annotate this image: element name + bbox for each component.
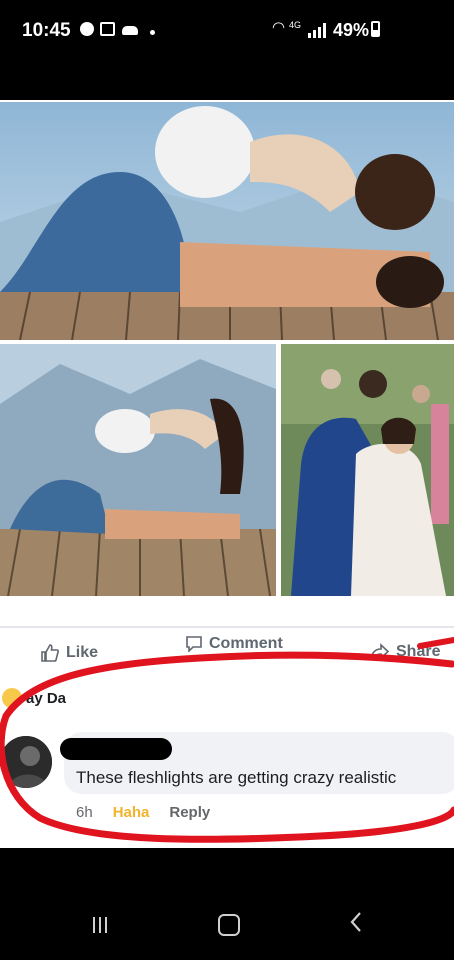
back-button[interactable] — [348, 910, 364, 934]
comment-time: 6h — [76, 804, 93, 821]
status-time: 10:45 — [22, 20, 71, 41]
avatar-art — [0, 736, 52, 788]
comment-meta: 6h Haha Reply — [76, 804, 210, 821]
comment-button[interactable]: Comment — [185, 636, 283, 652]
photo-right-art — [281, 344, 454, 596]
gallery-icon — [100, 22, 115, 36]
commenter-name-redacted — [60, 738, 172, 760]
post-photo-left[interactable] — [0, 344, 276, 596]
comment-icon — [186, 636, 202, 652]
comment-label: Comment — [209, 636, 283, 652]
divider — [0, 626, 454, 628]
comment-text: These fleshlights are getting crazy real… — [76, 768, 397, 787]
photo-left-art — [0, 344, 276, 596]
post-photo-right[interactable] — [281, 344, 454, 596]
haha-emoji-icon — [2, 688, 22, 708]
signal-icon — [308, 23, 326, 38]
recents-button[interactable] — [90, 916, 110, 934]
system-nav-bar — [0, 848, 454, 960]
wifi-icon: ◠ — [272, 19, 286, 36]
notification-dot-icon — [150, 30, 155, 35]
status-bar: 10:45 ◠ 4G 49% — [0, 0, 454, 62]
battery-percent: 49% — [333, 20, 370, 40]
commenter-avatar[interactable] — [0, 736, 52, 788]
post-images — [0, 100, 454, 600]
like-label: Like — [66, 644, 99, 661]
network-type-label: 4G — [289, 20, 302, 30]
thumbs-up-icon — [41, 644, 59, 662]
post-footer: Like Comment Share ay Da These fleshligh… — [0, 600, 454, 848]
home-button[interactable] — [218, 914, 240, 936]
comment-haha-reaction[interactable]: Haha — [113, 804, 150, 821]
cloud-icon — [122, 26, 138, 35]
share-label: Share — [396, 643, 441, 660]
share-icon — [370, 643, 390, 660]
messenger-icon — [80, 22, 94, 36]
post-photo-main[interactable] — [0, 102, 454, 340]
battery-icon — [371, 21, 380, 37]
like-button[interactable]: Like — [40, 643, 98, 663]
reactor-name[interactable]: ay Da — [26, 690, 66, 707]
comment-reply-button[interactable]: Reply — [169, 804, 210, 821]
share-button[interactable]: Share — [370, 643, 440, 661]
photo-main-art — [0, 102, 454, 340]
